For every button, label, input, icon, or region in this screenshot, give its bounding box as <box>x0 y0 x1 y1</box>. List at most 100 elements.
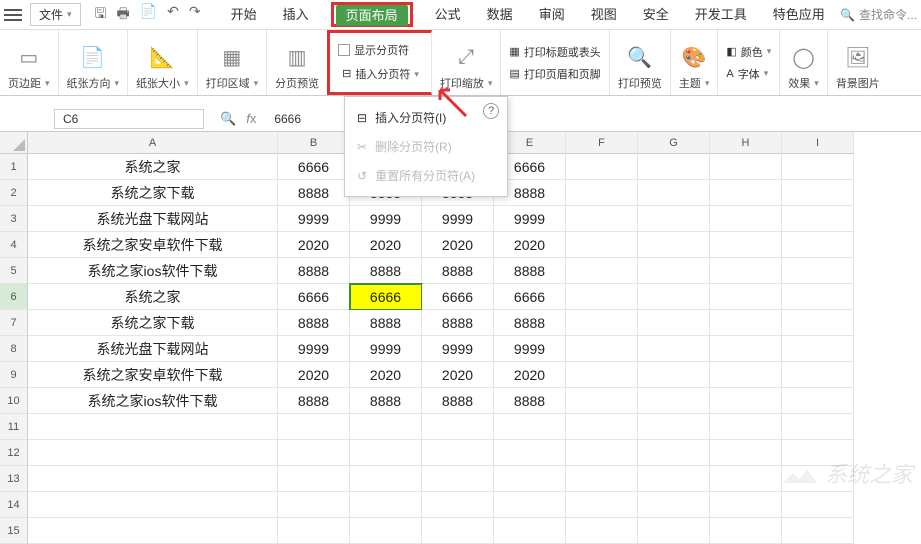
cell[interactable] <box>350 440 422 466</box>
print-header-footer-button[interactable]: ▤打印页眉和页脚 <box>509 66 600 82</box>
cell[interactable]: 9999 <box>350 206 422 232</box>
cell[interactable]: 9999 <box>278 206 350 232</box>
cell[interactable] <box>710 336 782 362</box>
cell[interactable]: 8888 <box>350 310 422 336</box>
row-header[interactable]: 3 <box>0 206 28 232</box>
cell[interactable] <box>422 414 494 440</box>
column-header-A[interactable]: A <box>28 132 278 154</box>
cell[interactable]: 8888 <box>278 388 350 414</box>
cell[interactable] <box>28 492 278 518</box>
cell[interactable]: 系统之家ios软件下载 <box>28 388 278 414</box>
cell[interactable]: 8888 <box>494 388 566 414</box>
undo-icon[interactable]: ↶ <box>167 3 179 27</box>
name-box[interactable]: C6 <box>54 109 204 129</box>
cell[interactable]: 2020 <box>350 362 422 388</box>
cell[interactable] <box>638 180 710 206</box>
cell[interactable]: 8888 <box>494 258 566 284</box>
cell[interactable] <box>28 518 278 544</box>
row-header[interactable]: 4 <box>0 232 28 258</box>
cell[interactable] <box>422 518 494 544</box>
column-header-H[interactable]: H <box>710 132 782 154</box>
cell[interactable] <box>710 154 782 180</box>
cell[interactable] <box>638 440 710 466</box>
tab-home[interactable]: 开始 <box>227 2 261 27</box>
cell[interactable] <box>638 154 710 180</box>
cell[interactable]: 2020 <box>422 362 494 388</box>
effects-button[interactable]: ◯效果 <box>780 30 828 95</box>
cell[interactable]: 系统之家 <box>28 284 278 310</box>
cell[interactable]: 2020 <box>494 362 566 388</box>
cell[interactable] <box>638 414 710 440</box>
cell[interactable]: 系统之家ios软件下载 <box>28 258 278 284</box>
cell[interactable]: 系统之家安卓软件下载 <box>28 232 278 258</box>
search-box[interactable]: 🔍 查找命令... <box>840 6 917 23</box>
cell[interactable] <box>782 154 854 180</box>
cell[interactable] <box>638 206 710 232</box>
cell[interactable] <box>638 336 710 362</box>
cell[interactable] <box>566 310 638 336</box>
cell[interactable] <box>278 440 350 466</box>
row-header[interactable]: 15 <box>0 518 28 544</box>
row-header[interactable]: 9 <box>0 362 28 388</box>
cell[interactable]: 6666 <box>278 284 350 310</box>
cell[interactable] <box>710 232 782 258</box>
page-break-preview-button[interactable]: ▥分页预览 <box>267 30 327 95</box>
cell[interactable]: 2020 <box>278 362 350 388</box>
cell[interactable] <box>710 466 782 492</box>
fx-icon[interactable]: fx <box>246 111 256 127</box>
cell[interactable]: 9999 <box>278 336 350 362</box>
row-header[interactable]: 10 <box>0 388 28 414</box>
themes-button[interactable]: 🎨主题 <box>671 30 719 95</box>
cell[interactable] <box>422 440 494 466</box>
cell[interactable] <box>494 414 566 440</box>
cell[interactable]: 9999 <box>422 206 494 232</box>
trace-icon[interactable]: 🔍 <box>220 111 236 127</box>
print-preview-button[interactable]: 🔍打印预览 <box>610 30 671 95</box>
cell[interactable] <box>710 180 782 206</box>
print-area-button[interactable]: ▦打印区域 <box>198 30 268 95</box>
tab-security[interactable]: 安全 <box>639 2 673 27</box>
cell[interactable] <box>638 258 710 284</box>
cell[interactable] <box>638 232 710 258</box>
tab-insert[interactable]: 插入 <box>279 2 313 27</box>
row-header[interactable]: 8 <box>0 336 28 362</box>
column-header-I[interactable]: I <box>782 132 854 154</box>
cell[interactable] <box>782 284 854 310</box>
cell[interactable] <box>566 284 638 310</box>
cell[interactable]: 9999 <box>494 206 566 232</box>
tab-review[interactable]: 审阅 <box>535 2 569 27</box>
tab-view[interactable]: 视图 <box>587 2 621 27</box>
cell[interactable] <box>28 466 278 492</box>
cell[interactable]: 6666 <box>278 154 350 180</box>
cell[interactable] <box>566 154 638 180</box>
cell[interactable] <box>350 518 422 544</box>
cell[interactable] <box>566 466 638 492</box>
cell[interactable] <box>710 258 782 284</box>
cell[interactable]: 系统之家安卓软件下载 <box>28 362 278 388</box>
cell[interactable] <box>350 414 422 440</box>
redo-icon[interactable]: ↷ <box>189 3 201 27</box>
cell[interactable] <box>350 492 422 518</box>
cell[interactable] <box>566 362 638 388</box>
cell[interactable]: 2020 <box>350 232 422 258</box>
cell[interactable] <box>710 414 782 440</box>
cell[interactable]: 系统之家 <box>28 154 278 180</box>
column-header-F[interactable]: F <box>566 132 638 154</box>
row-header[interactable]: 6 <box>0 284 28 310</box>
cell[interactable] <box>28 440 278 466</box>
row-header[interactable]: 12 <box>0 440 28 466</box>
preview-icon[interactable]: 📄 <box>140 3 157 27</box>
tab-page-layout[interactable]: 页面布局 <box>336 5 408 26</box>
cell[interactable]: 8888 <box>278 310 350 336</box>
cell[interactable] <box>782 258 854 284</box>
file-menu[interactable]: 文件▾ <box>30 3 81 26</box>
cell[interactable] <box>278 492 350 518</box>
cell[interactable] <box>28 414 278 440</box>
show-page-breaks-checkbox[interactable]: 显示分页符 <box>338 42 423 58</box>
print-titles-button[interactable]: ▦打印标题或表头 <box>509 44 600 60</box>
cell[interactable]: 8888 <box>422 258 494 284</box>
cell[interactable]: 系统光盘下载网站 <box>28 336 278 362</box>
cell[interactable]: 2020 <box>494 232 566 258</box>
print-icon[interactable]: 🖶 <box>116 3 129 27</box>
cell[interactable] <box>782 310 854 336</box>
